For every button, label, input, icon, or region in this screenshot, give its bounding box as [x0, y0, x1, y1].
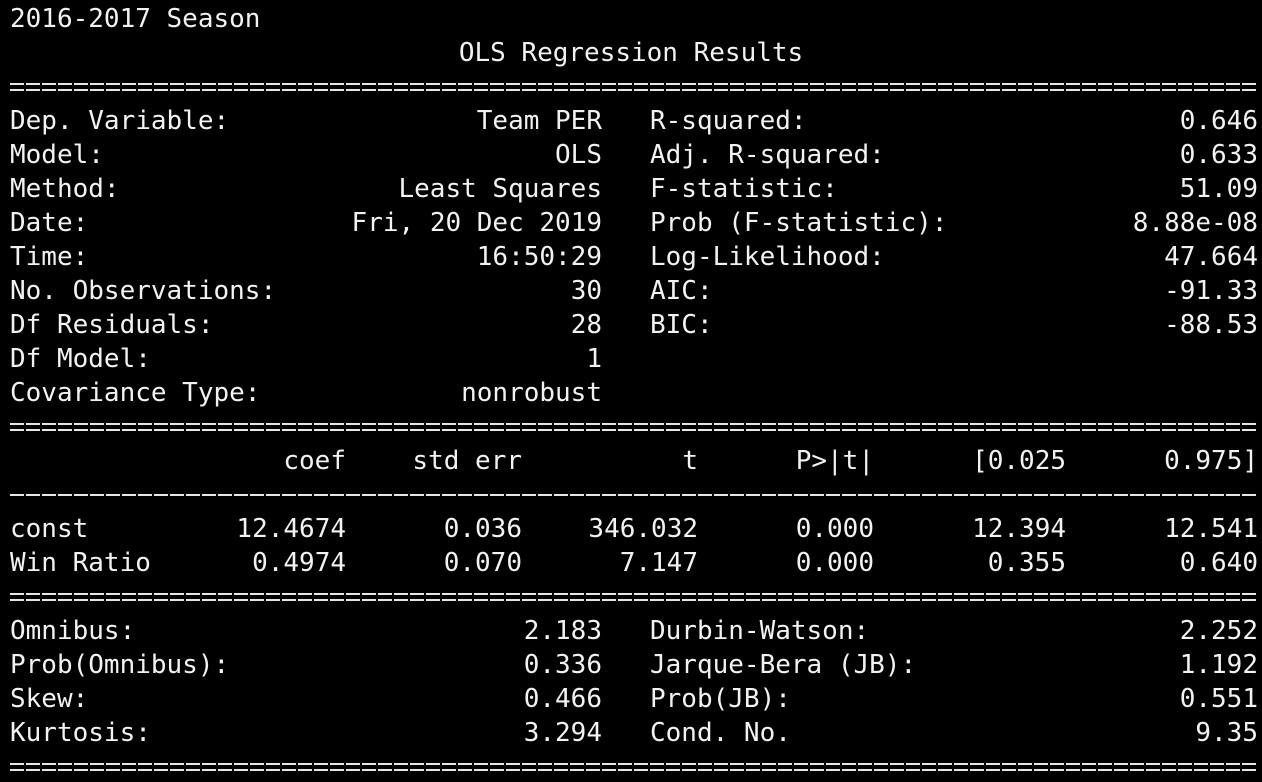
model-stat-label: Prob (F-statistic): [650, 208, 948, 238]
diagnostics-row: Prob(Omnibus): 0.336 Jarque-Bera (JB): 1… [0, 648, 1262, 682]
coef-header-cell: coef [283, 446, 346, 476]
model-info-row: Covariance Type: nonrobust [0, 376, 1262, 410]
diagnostic-value: 0.466 [523, 684, 602, 714]
coef-row-name: Win Ratio [10, 548, 151, 578]
diagnostics-row: Skew: 0.466 Prob(JB): 0.551 [0, 682, 1262, 716]
diagnostic-label: Cond. No. [650, 718, 791, 748]
diagnostic-label: Kurtosis: [10, 718, 151, 748]
model-stat-value: 8.88e-08 [1132, 208, 1258, 238]
diagnostics-row: Kurtosis: 3.294 Cond. No. 9.35 [0, 716, 1262, 750]
coef-cell: 346.032 [588, 514, 698, 544]
model-info-value: nonrobust [461, 378, 602, 408]
model-stat-value: 0.633 [1179, 140, 1258, 170]
coef-row: const 12.4674 0.036 346.032 0.000 12.394… [0, 512, 1262, 546]
coef-header-cell: [0.025 [972, 446, 1066, 476]
diagnostic-value: 0.336 [523, 650, 602, 680]
terminal-output: 2016-2017 Season OLS Regression Results … [0, 0, 1262, 782]
diagnostic-value: 1.192 [1179, 650, 1258, 680]
diagnostic-value: 2.252 [1179, 616, 1258, 646]
diagnostic-label: Durbin-Watson: [650, 616, 870, 646]
coef-cell: 0.070 [443, 548, 522, 578]
model-stat-label: AIC: [650, 276, 713, 306]
model-info-label: Method: [10, 174, 120, 204]
season-label: 2016-2017 Season [10, 4, 261, 34]
model-info-label: Dep. Variable: [10, 106, 230, 136]
separator-double [10, 760, 1258, 774]
model-info-label: Model: [10, 140, 104, 170]
coef-cell: 7.147 [619, 548, 698, 578]
coef-cell: 12.394 [972, 514, 1066, 544]
coef-cell: 0.355 [987, 548, 1066, 578]
coef-cell: 0.000 [795, 548, 874, 578]
coef-cell: 0.4974 [252, 548, 346, 578]
model-info-value: Fri, 20 Dec 2019 [351, 208, 602, 238]
model-stat-label: F-statistic: [650, 174, 838, 204]
model-stat-label: Log-Likelihood: [650, 242, 885, 272]
model-info-row: Df Model: 1 [0, 342, 1262, 376]
coef-header-cell: 0.975] [1164, 446, 1258, 476]
diagnostic-label: Prob(Omnibus): [10, 650, 230, 680]
model-stat-label: BIC: [650, 310, 713, 340]
model-stat-value: 0.646 [1179, 106, 1258, 136]
model-info-row: No. Observations: 30 AIC: -91.33 [0, 274, 1262, 308]
diagnostic-label: Prob(JB): [650, 684, 791, 714]
diagnostic-value: 9.35 [1195, 718, 1258, 748]
coef-cell: 0.640 [1179, 548, 1258, 578]
coef-cell: 0.036 [443, 514, 522, 544]
separator-double [10, 80, 1258, 94]
model-stat-value: -91.33 [1164, 276, 1258, 306]
coef-row: Win Ratio 0.4974 0.070 7.147 0.000 0.355… [0, 546, 1262, 580]
summary-title: OLS Regression Results [458, 38, 804, 68]
coef-header-cell: t [682, 446, 698, 476]
season-line: 2016-2017 Season [0, 2, 1262, 36]
model-info-label: No. Observations: [10, 276, 277, 306]
model-info-label: Df Residuals: [10, 310, 214, 340]
model-stat-value: -88.53 [1164, 310, 1258, 340]
model-stat-label: Adj. R-squared: [650, 140, 885, 170]
coef-header-cell: std err [412, 446, 522, 476]
coef-cell: 0.000 [795, 514, 874, 544]
model-info-row: Method: Least Squares F-statistic: 51.09 [0, 172, 1262, 206]
model-info-row: Model: OLS Adj. R-squared: 0.633 [0, 138, 1262, 172]
diagnostic-value: 2.183 [523, 616, 602, 646]
diagnostic-label: Skew: [10, 684, 89, 714]
model-info-label: Time: [10, 242, 89, 272]
separator-double [10, 420, 1258, 434]
separator-double [10, 590, 1258, 604]
diagnostic-label: Jarque-Bera (JB): [650, 650, 917, 680]
model-info-label: Df Model: [10, 344, 151, 374]
diagnostic-label: Omnibus: [10, 616, 136, 646]
model-info-row: Df Residuals: 28 BIC: -88.53 [0, 308, 1262, 342]
diagnostic-value: 3.294 [523, 718, 602, 748]
model-stat-value: 51.09 [1179, 174, 1258, 204]
model-info-row: Dep. Variable: Team PER R-squared: 0.646 [0, 104, 1262, 138]
coef-row-name: const [10, 514, 89, 544]
diagnostics-row: Omnibus: 2.183 Durbin-Watson: 2.252 [0, 614, 1262, 648]
model-info-value: OLS [555, 140, 602, 170]
model-info-label: Covariance Type: [10, 378, 261, 408]
model-info-value: Team PER [476, 106, 602, 136]
model-info-value: 30 [570, 276, 602, 306]
separator-single [10, 488, 1258, 502]
model-info-label: Date: [10, 208, 89, 238]
coef-cell: 12.4674 [236, 514, 346, 544]
title-line: OLS Regression Results [0, 36, 1262, 70]
model-info-row: Time: 16:50:29 Log-Likelihood: 47.664 [0, 240, 1262, 274]
model-stat-value: 47.664 [1164, 242, 1258, 272]
model-info-value: 16:50:29 [476, 242, 602, 272]
model-info-value: 1 [586, 344, 602, 374]
model-stat-label: R-squared: [650, 106, 807, 136]
diagnostic-value: 0.551 [1179, 684, 1258, 714]
model-info-value: 28 [570, 310, 602, 340]
model-info-value: Least Squares [398, 174, 603, 204]
coef-header-cell: P>|t| [795, 446, 874, 476]
model-info-row: Date: Fri, 20 Dec 2019 Prob (F-statistic… [0, 206, 1262, 240]
coef-cell: 12.541 [1164, 514, 1258, 544]
coef-header-row: coef std err t P>|t| [0.025 0.975] [0, 444, 1262, 478]
